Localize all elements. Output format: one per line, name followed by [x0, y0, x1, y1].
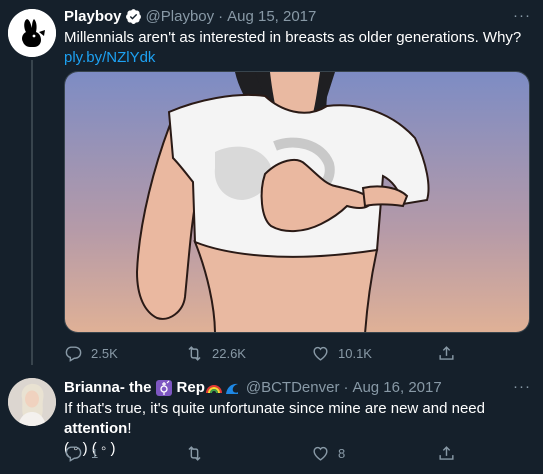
separator: · — [343, 379, 349, 396]
reply-button[interactable]: 1 — [64, 444, 98, 463]
transgender-symbol-icon — [155, 379, 172, 396]
tweet-header: Playboy @Playboy · Aug 15, 2017 — [64, 8, 316, 25]
tweet-body: Millennials aren't as interested in brea… — [64, 29, 522, 46]
text-after: ! — [127, 420, 132, 437]
share-icon — [439, 346, 454, 360]
retweet-button[interactable]: 22.6K — [185, 344, 246, 363]
like-icon — [313, 446, 328, 461]
illustration — [65, 72, 529, 332]
tweet-body-line1: If that's true, it's quite unfortunate s… — [64, 399, 543, 439]
like-icon — [313, 346, 328, 361]
verified-icon — [125, 9, 141, 24]
author-handle[interactable]: @Playboy — [146, 8, 215, 25]
author-handle[interactable]: @BCTDenver — [246, 379, 340, 396]
playboy-avatar[interactable] — [8, 9, 56, 57]
like-count: 8 — [338, 446, 346, 461]
retweet-button[interactable] — [185, 444, 212, 463]
share-button[interactable] — [437, 344, 464, 363]
tweet-date[interactable]: Aug 16, 2017 — [352, 379, 441, 396]
tweet-link[interactable]: ply.by/NZlYdk — [64, 48, 521, 68]
share-button[interactable] — [437, 444, 464, 463]
reply-count: 1 — [91, 446, 99, 461]
text-bold: attention — [64, 420, 128, 437]
like-button[interactable]: 8 — [311, 444, 345, 463]
tweet-date[interactable]: Aug 15, 2017 — [227, 8, 316, 25]
reply-count: 2.5K — [91, 346, 118, 361]
thread-line — [31, 60, 33, 365]
rainbow-icon — [205, 380, 222, 396]
brianna-avatar[interactable] — [8, 378, 56, 426]
retweet-icon — [188, 446, 201, 461]
reply-button[interactable]: 2.5K — [64, 344, 118, 363]
reply-icon — [65, 346, 82, 362]
share-icon — [439, 446, 454, 460]
tweet-image[interactable] — [64, 71, 530, 333]
retweet-count: 22.6K — [212, 346, 246, 361]
more-icon[interactable]: ··· — [513, 378, 531, 395]
more-icon[interactable]: ··· — [513, 7, 531, 24]
tweet-header: Brianna- the Rep @BCTDenver · Aug 16, 20… — [64, 379, 442, 396]
like-button[interactable]: 10.1K — [311, 344, 372, 363]
author-name[interactable]: Playboy — [64, 8, 122, 25]
playboy-bunny-icon — [8, 9, 56, 57]
like-count: 10.1K — [338, 346, 372, 361]
reply-icon — [65, 446, 82, 462]
tweet-text: If that's true, it's quite unfortunate s… — [64, 399, 543, 459]
separator: · — [218, 8, 224, 25]
tweet-playboy[interactable]: Playboy @Playboy · Aug 15, 2017 ··· Mill… — [0, 0, 543, 370]
author-name-suffix[interactable]: Rep — [177, 379, 205, 396]
author-name-prefix[interactable]: Brianna- the — [64, 379, 152, 396]
avatar-photo — [8, 378, 56, 426]
tweet-reply[interactable]: Brianna- the Rep @BCTDenver · Aug 16, 20… — [0, 370, 543, 474]
tweet-text: Millennials aren't as interested in brea… — [64, 28, 521, 68]
retweet-icon — [188, 346, 201, 361]
wave-icon — [224, 380, 240, 396]
tweet-body-line2: ( ◦ ) ( ◦ ) — [64, 440, 116, 457]
text-before: If that's true, it's quite unfortunate s… — [64, 400, 485, 417]
